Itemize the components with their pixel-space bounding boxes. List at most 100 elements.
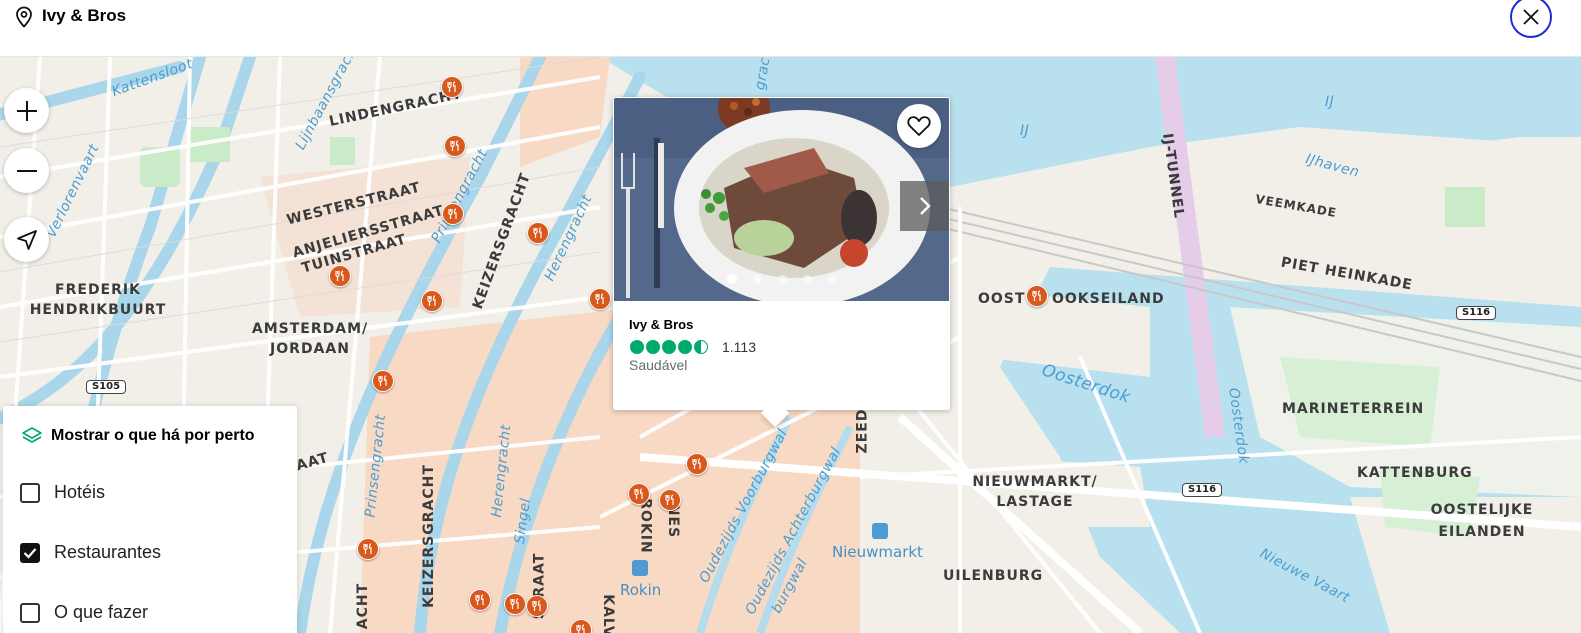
- restaurant-icon: [378, 375, 387, 386]
- filter-option-hotels[interactable]: Hotéis: [20, 482, 105, 503]
- locate-me-button[interactable]: [4, 217, 49, 262]
- hotels-checkbox[interactable]: [20, 482, 40, 503]
- filter-option-label: Restaurantes: [54, 542, 162, 562]
- restaurant-icon: [363, 543, 372, 554]
- photo-pagination: [727, 274, 837, 284]
- place-header: Ivy & Bros: [0, 0, 1581, 57]
- restaurant-icon: [533, 227, 542, 238]
- map-label-kalv: KALV: [599, 594, 616, 633]
- map-label-ookseiland: OOKSEILAND: [1052, 291, 1165, 307]
- restaurant-icon: [595, 293, 604, 304]
- map-label-oost: OOST: [978, 291, 1026, 307]
- place-title: Ivy & Bros: [42, 6, 127, 25]
- place-popup-card[interactable]: Ivy & Bros 1.113 Saudável: [613, 97, 950, 428]
- restaurant-marker[interactable]: [421, 290, 445, 318]
- map-label-oostelijke: OOSTELIJKE: [1430, 502, 1534, 518]
- filter-option-restaurants[interactable]: Restaurantes: [20, 542, 161, 563]
- restaurant-icon: [510, 598, 519, 609]
- restaurant-icon: [475, 594, 484, 605]
- close-button[interactable]: [1510, 0, 1552, 38]
- restaurants-checkbox[interactable]: [20, 542, 40, 563]
- restaurant-marker[interactable]: [442, 203, 466, 231]
- rating-bubble: [646, 340, 660, 354]
- map-pin-icon: [16, 6, 32, 28]
- map-label-hendrikbuurt: HENDRIKBUURT: [29, 302, 167, 318]
- restaurant-marker[interactable]: [504, 593, 528, 621]
- filter-option-label: O que fazer: [54, 602, 149, 622]
- review-count[interactable]: 1.113: [722, 339, 756, 355]
- place-photo[interactable]: [614, 98, 949, 301]
- rating-bubble: [630, 340, 644, 354]
- things-to-do-checkbox[interactable]: [20, 602, 40, 623]
- plus-icon: [16, 100, 37, 121]
- restaurant-marker[interactable]: [444, 135, 468, 163]
- restaurant-icon: [427, 295, 436, 306]
- rating-bubble: [662, 340, 676, 354]
- metro-station-icon[interactable]: [632, 560, 648, 576]
- heart-icon: [907, 116, 931, 136]
- rating-bubble: [678, 340, 692, 354]
- restaurant-icon: [576, 624, 585, 633]
- map-label-frederik: FREDERIK: [55, 282, 141, 298]
- restaurant-marker[interactable]: [686, 453, 710, 481]
- restaurant-marker[interactable]: [469, 589, 493, 617]
- close-icon: [1523, 9, 1539, 25]
- map-label-jordaan: JORDAAN: [270, 341, 350, 357]
- restaurant-marker[interactable]: [441, 76, 465, 104]
- restaurant-icon: [1032, 290, 1041, 301]
- map-label-nieuwmarkt-lastage-1: NIEUWMARKT/: [972, 474, 1098, 490]
- restaurant-marker[interactable]: [628, 483, 652, 511]
- zoom-in-button[interactable]: [4, 88, 49, 133]
- pagination-dot[interactable]: [778, 274, 787, 284]
- restaurant-marker[interactable]: [570, 619, 594, 633]
- restaurant-icon: [450, 140, 459, 151]
- restaurant-marker[interactable]: [526, 595, 550, 623]
- map-label-marineterrein: MARINETERREIN: [1282, 401, 1425, 417]
- map-label-kattenburg: KATTENBURG: [1357, 465, 1473, 481]
- minus-icon: [16, 169, 37, 172]
- rating-bubble-half: [694, 340, 708, 354]
- map-label-acht: ACHT: [355, 582, 372, 630]
- map-label-uilenburg: UILENBURG: [943, 568, 1044, 584]
- pagination-dot[interactable]: [828, 274, 837, 284]
- map-label-eilanden: EILANDEN: [1438, 524, 1526, 540]
- restaurant-marker[interactable]: [527, 222, 551, 250]
- pagination-dot[interactable]: [727, 274, 737, 284]
- map-label-keizersgracht-2: KEIZERSGRACHT: [420, 464, 437, 608]
- nearby-filter-panel: Mostrar o que há por perto Hotéis Restau…: [3, 406, 297, 633]
- restaurant-marker[interactable]: [1026, 285, 1050, 313]
- map-label-nieuwmarkt-lastage-2: LASTAGE: [996, 494, 1074, 510]
- cuisine-category: Saudável: [629, 357, 688, 373]
- layers-icon: [22, 427, 42, 443]
- save-favorite-button[interactable]: [897, 104, 941, 148]
- map-label-amsterdam: AMSTERDAM/: [251, 321, 369, 337]
- restaurant-marker[interactable]: [589, 288, 613, 316]
- nearby-title: Mostrar o que há por perto: [51, 427, 255, 444]
- restaurant-marker[interactable]: [329, 265, 353, 293]
- map-label-nieuwmarkt-station: Nieuwmarkt: [832, 543, 923, 561]
- metro-station-icon[interactable]: [872, 523, 888, 539]
- zoom-out-button[interactable]: [4, 148, 49, 193]
- rating-row[interactable]: 1.113: [630, 339, 756, 355]
- map-label-ij-2: IJ: [1325, 94, 1335, 110]
- popup-place-name[interactable]: Ivy & Bros: [629, 317, 693, 332]
- restaurant-icon: [447, 81, 456, 92]
- next-photo-button[interactable]: [900, 181, 949, 231]
- restaurant-icon: [335, 270, 344, 281]
- checkmark-icon: [23, 547, 37, 559]
- chevron-right-icon: [919, 197, 931, 215]
- nearby-header: Mostrar o que há por perto: [21, 426, 255, 446]
- restaurant-marker[interactable]: [659, 489, 683, 517]
- pagination-dot[interactable]: [803, 274, 812, 284]
- restaurant-marker[interactable]: [357, 538, 381, 566]
- restaurant-icon: [692, 458, 701, 469]
- map-label-zeed: ZEED: [854, 408, 871, 454]
- restaurant-marker[interactable]: [372, 370, 396, 398]
- pagination-dot[interactable]: [753, 274, 762, 284]
- map-label-ij: IJ: [1020, 123, 1030, 139]
- map-canvas[interactable]: Kattensloot Lijnbaansgracht Verlorenvaar…: [0, 57, 1581, 633]
- road-shield-s105: S105: [86, 380, 127, 394]
- filter-option-label: Hotéis: [54, 482, 106, 502]
- filter-option-things-to-do[interactable]: O que fazer: [20, 602, 148, 623]
- map-label-rokin-station: Rokin: [620, 581, 662, 599]
